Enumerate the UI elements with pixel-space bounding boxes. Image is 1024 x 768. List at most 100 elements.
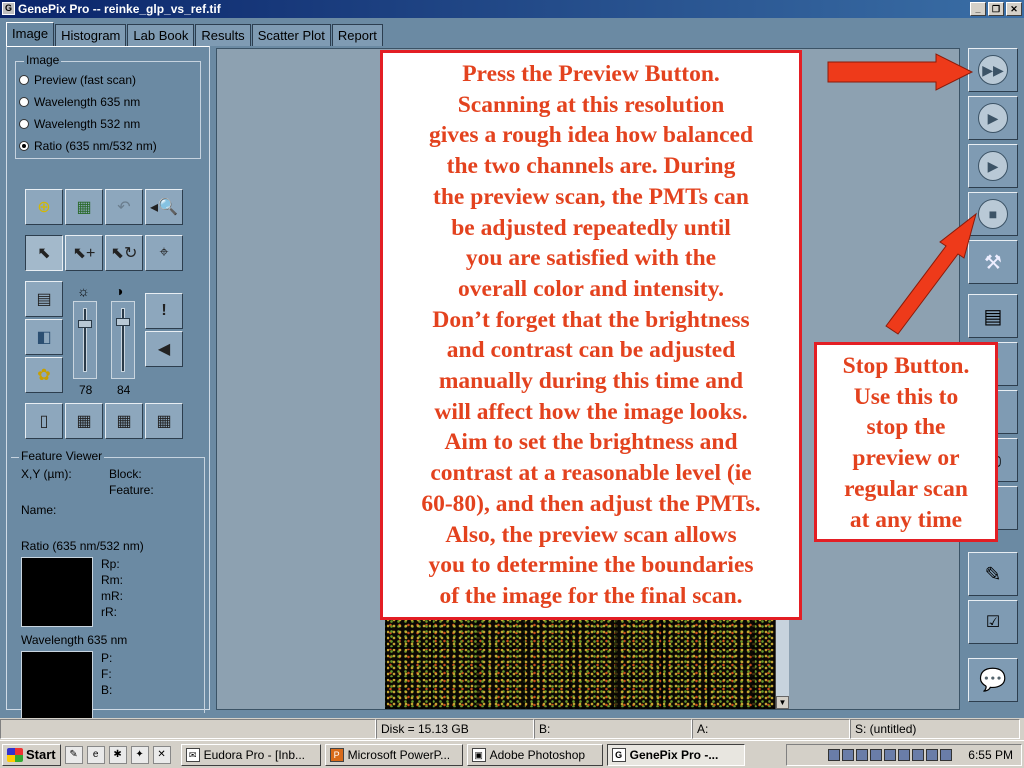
grid-view-button[interactable]: ▦ — [65, 403, 103, 439]
hardware-settings-button[interactable]: ⚒ — [968, 240, 1018, 284]
app-icon[interactable]: G — [2, 2, 15, 15]
grid-button[interactable]: ▦ — [65, 189, 103, 225]
lab-book-button[interactable]: ✎ — [968, 552, 1018, 596]
task-label: GenePix Pro -... — [629, 747, 719, 762]
status-empty — [0, 719, 376, 739]
open-images-button[interactable]: ▤ — [968, 294, 1018, 338]
grid-export-icon: ▦ — [156, 413, 172, 430]
tab-image[interactable]: Image — [6, 22, 55, 46]
genepix-icon: G — [611, 747, 626, 762]
rotate-pointer-button[interactable]: ⬉↻ — [105, 235, 143, 271]
add-feature-button[interactable]: ⬉+ — [65, 235, 103, 271]
quick-launch-icon-3[interactable]: ✱ — [108, 745, 127, 764]
tray-icon[interactable] — [926, 749, 939, 761]
task-powerpoint[interactable]: P Microsoft PowerP... — [324, 743, 463, 766]
line-average-button[interactable]: ▶ — [968, 144, 1018, 188]
quick-launch-icon-5[interactable]: ✕ — [152, 745, 171, 764]
alert-button[interactable]: ! — [145, 293, 183, 329]
undo-icon: ↶ — [117, 199, 131, 216]
rr-label: rR: — [101, 605, 117, 619]
color-map-button[interactable]: ✿ — [25, 357, 63, 393]
zoom-button[interactable]: ◂🔍 — [145, 189, 183, 225]
tab-lab-book[interactable]: Lab Book — [127, 24, 195, 46]
center-button[interactable]: ⌖ — [145, 235, 183, 271]
callout-line: gives a rough idea how balanced — [428, 122, 754, 149]
minimize-button[interactable]: _ — [970, 2, 986, 16]
tray-icon[interactable] — [912, 749, 925, 761]
eudora-icon: ✉ — [185, 747, 200, 762]
task-genepix[interactable]: G GenePix Pro -... — [606, 743, 745, 766]
collapse-button[interactable]: ◀ — [145, 331, 183, 367]
callout-line: contrast at a reasonable level (ie — [430, 460, 752, 487]
quick-launch-icon-4[interactable]: ✦ — [130, 745, 149, 764]
radio-label: Wavelength 635 nm — [34, 95, 141, 109]
help-button[interactable]: 💬 — [968, 658, 1018, 702]
wavelength-thumbnail — [21, 651, 93, 721]
callout-line: the two channels are. During — [446, 153, 736, 180]
tray-icon[interactable] — [898, 749, 911, 761]
brightness-slider[interactable] — [73, 301, 97, 379]
window-title-bar[interactable]: G GenePix Pro -- reinke_glp_vs_ref.tif _… — [0, 0, 1024, 18]
contrast-slider[interactable] — [111, 301, 135, 379]
internet-explorer-icon[interactable]: e — [86, 745, 105, 764]
radio-532[interactable]: Wavelength 532 nm — [19, 117, 140, 131]
task-eudora[interactable]: ✉ Eudora Pro - [Inb... — [180, 743, 321, 766]
scan-button[interactable]: ▶ — [968, 96, 1018, 140]
task-label: Adobe Photoshop — [489, 747, 586, 762]
undo-button[interactable]: ↶ — [105, 189, 143, 225]
taskbar: Start ✎ e ✱ ✦ ✕ ✉ Eudora Pro - [Inb... PM… — [0, 740, 1024, 768]
radio-preview[interactable]: Preview (fast scan) — [19, 73, 136, 87]
slider-knob[interactable] — [116, 318, 130, 326]
block-grid — [385, 617, 775, 709]
find-array-button[interactable]: ⊕ — [25, 189, 63, 225]
close-button[interactable]: ✕ — [1006, 2, 1022, 16]
vertical-scrollbar[interactable]: ▼ — [775, 617, 789, 709]
frame-button[interactable]: ▯ — [25, 403, 63, 439]
tab-histogram[interactable]: Histogram — [55, 24, 127, 46]
status-bar: Disk = 15.13 GB B: A: S: (untitled) — [0, 718, 1024, 740]
radio-635[interactable]: Wavelength 635 nm — [19, 95, 140, 109]
left-panel: Image Preview (fast scan) Wavelength 635… — [6, 46, 210, 721]
microarray-scan-image[interactable] — [385, 617, 775, 709]
photoshop-icon: ▣ — [471, 747, 486, 762]
select-pointer-button[interactable]: ⬉ — [25, 235, 63, 271]
tab-results[interactable]: Results — [195, 24, 251, 46]
tray-icon[interactable] — [842, 749, 855, 761]
tab-report[interactable]: Report — [331, 24, 383, 46]
layer-button[interactable]: ◧ — [25, 319, 63, 355]
callout-line: be adjusted repeatedly until — [451, 214, 731, 241]
blocks-button[interactable]: ▤ — [25, 281, 63, 317]
task-photoshop[interactable]: ▣ Adobe Photoshop — [466, 743, 603, 766]
slider-knob[interactable] — [78, 320, 92, 328]
name-label: Name: — [21, 503, 57, 517]
stop-button[interactable]: ■ — [968, 192, 1018, 236]
tray-icon[interactable] — [828, 749, 841, 761]
tray-icon[interactable] — [884, 749, 897, 761]
start-button[interactable]: Start — [2, 743, 61, 766]
scroll-down-arrow-icon[interactable]: ▼ — [776, 696, 789, 709]
preview-scan-button[interactable]: ▶▶ — [968, 48, 1018, 92]
feature-label: Feature: — [109, 483, 154, 497]
restore-button[interactable]: ❐ — [988, 2, 1004, 16]
crosshair-icon: ⌖ — [159, 244, 169, 261]
exclamation-icon: ! — [161, 302, 167, 319]
tray-icon[interactable] — [870, 749, 883, 761]
triangle-left-icon: ◀ — [157, 341, 171, 358]
callout-line: Scanning at this resolution — [457, 91, 725, 118]
clock[interactable]: 6:55 PM — [968, 748, 1013, 762]
tray-icon[interactable] — [856, 749, 869, 761]
options-button[interactable]: ☑ — [968, 600, 1018, 644]
image-group-title: Image — [24, 53, 62, 67]
wavelength-title: Wavelength 635 nm — [21, 633, 128, 647]
grid-export-button[interactable]: ▦ — [145, 403, 183, 439]
pointer-select-icon: ⬉ — [37, 245, 51, 262]
grid-star-icon: ▦ — [116, 413, 132, 430]
radio-ratio[interactable]: Ratio (635 nm/532 nm) — [19, 139, 157, 153]
tab-strip: Image Histogram Lab Book Results Scatter… — [6, 22, 384, 46]
grid-new-button[interactable]: ▦ — [105, 403, 143, 439]
stop-icon: ■ — [978, 199, 1008, 229]
tab-scatter-plot[interactable]: Scatter Plot — [251, 24, 331, 46]
volume-icon[interactable] — [940, 749, 953, 761]
quick-launch-icon-1[interactable]: ✎ — [64, 745, 83, 764]
radio-label: Wavelength 532 nm — [34, 117, 141, 131]
